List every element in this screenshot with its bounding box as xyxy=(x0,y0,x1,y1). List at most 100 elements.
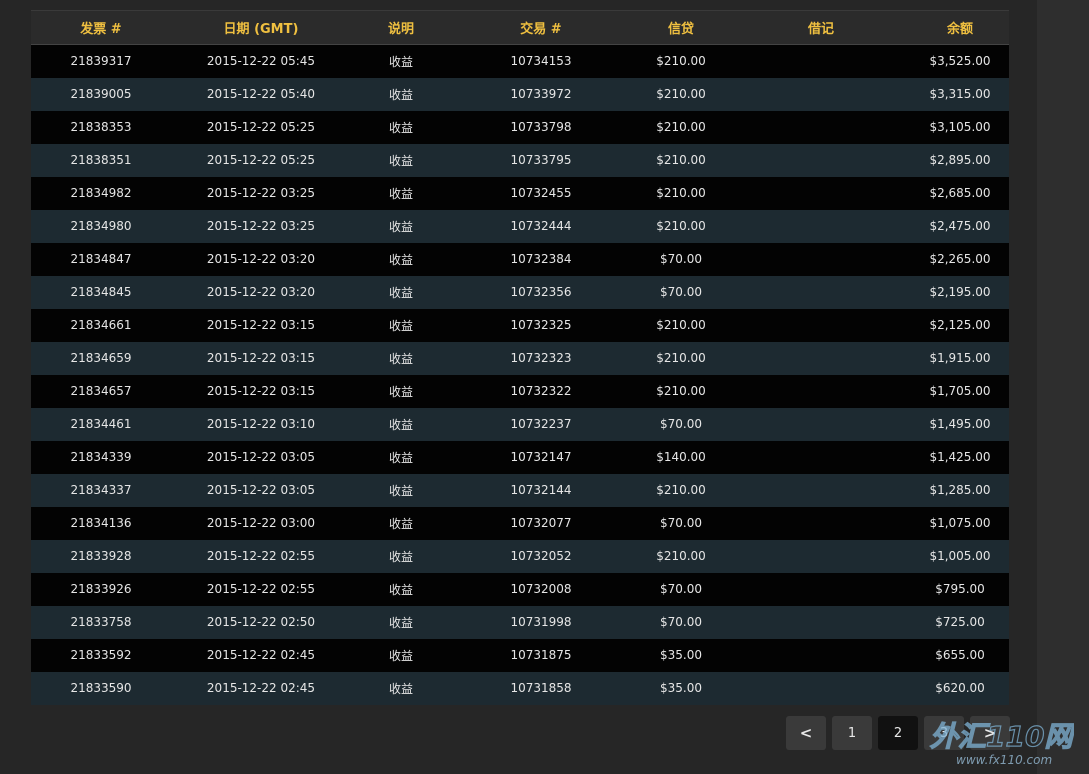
table-row: 21833926 2015-12-22 02:55 收益 10732008 $70.00… xyxy=(31,572,1009,606)
header-transaction[interactable]: 交易 # xyxy=(451,11,631,45)
transactions-table-container: 发票 # 日期 (GMT) 说明 交易 # 信贷 借记 余额 21839317 2… xyxy=(31,10,1009,705)
cell-date: 2015-12-22 03:15 xyxy=(206,351,316,365)
table-row: 21838351 2015-12-22 05:25 收益 10733795 $210.0… xyxy=(31,143,1009,177)
cell-invoice: 21834337 xyxy=(70,483,132,497)
cell-invoice: 21833592 xyxy=(70,648,132,662)
table-row: 21834337 2015-12-22 03:05 收益 10732144 $210.0… xyxy=(31,473,1009,507)
cell-debit xyxy=(731,474,911,507)
cell-transaction: 10732356 xyxy=(510,285,572,299)
cell-invoice: 21833758 xyxy=(70,615,132,629)
cell-description: 收益 xyxy=(388,417,413,432)
cell-transaction: 10731858 xyxy=(510,681,572,695)
cell-transaction: 10732237 xyxy=(510,417,572,431)
cell-transaction: 10732147 xyxy=(510,450,572,464)
cell-credit: $70.00 xyxy=(660,516,702,530)
header-date[interactable]: 日期 (GMT) xyxy=(171,11,351,45)
cell-debit xyxy=(731,606,911,639)
cell-invoice: 21838353 xyxy=(70,120,132,134)
cell-credit: $210.00 xyxy=(656,549,706,563)
table-row: 21839317 2015-12-22 05:45 收益 10734153 $210.0… xyxy=(31,44,1009,78)
cell-date: 2015-12-22 03:15 xyxy=(206,318,316,332)
cell-description: 收益 xyxy=(388,483,413,498)
cell-transaction: 10732052 xyxy=(510,549,572,563)
cell-debit xyxy=(731,672,911,705)
page-3-button[interactable]: 3 xyxy=(924,716,964,750)
cell-invoice: 21834980 xyxy=(70,219,132,233)
cell-credit: $210.00 xyxy=(656,384,706,398)
cell-credit: $210.00 xyxy=(656,87,706,101)
cell-debit xyxy=(731,408,911,441)
cell-date: 2015-12-22 05:25 xyxy=(206,120,316,134)
cell-balance: $1,705.00 xyxy=(929,384,991,398)
cell-credit: $210.00 xyxy=(656,351,706,365)
cell-credit: $70.00 xyxy=(660,615,702,629)
cell-description: 收益 xyxy=(388,516,413,531)
cell-credit: $70.00 xyxy=(660,252,702,266)
cell-balance: $725.00 xyxy=(935,615,985,629)
transactions-table: 发票 # 日期 (GMT) 说明 交易 # 信贷 借记 余额 21839317 2… xyxy=(31,10,1009,705)
cell-credit: $140.00 xyxy=(656,450,706,464)
table-row: 21834461 2015-12-22 03:10 收益 10732237 $70.00… xyxy=(31,407,1009,441)
cell-debit xyxy=(731,78,911,111)
cell-description: 收益 xyxy=(388,87,413,102)
pagination: < 1 2 3 > xyxy=(786,716,1010,750)
cell-balance: $1,495.00 xyxy=(929,417,991,431)
prev-page-button[interactable]: < xyxy=(786,716,826,750)
page-2-button[interactable]: 2 xyxy=(878,716,918,750)
cell-debit xyxy=(731,177,911,210)
cell-description: 收益 xyxy=(388,549,413,564)
cell-debit xyxy=(731,441,911,474)
header-row: 发票 # 日期 (GMT) 说明 交易 # 信贷 借记 余额 xyxy=(31,10,1009,45)
scroll-gutter xyxy=(1037,0,1089,774)
cell-description: 收益 xyxy=(388,615,413,630)
cell-balance: $795.00 xyxy=(935,582,985,596)
cell-date: 2015-12-22 03:25 xyxy=(206,186,316,200)
cell-invoice: 21834339 xyxy=(70,450,132,464)
cell-description: 收益 xyxy=(388,219,413,234)
table-body: 21839317 2015-12-22 05:45 收益 10734153 $210.0… xyxy=(31,44,1009,705)
cell-date: 2015-12-22 03:05 xyxy=(206,483,316,497)
cell-description: 收益 xyxy=(388,648,413,663)
cell-description: 收益 xyxy=(388,582,413,597)
cell-invoice: 21839005 xyxy=(70,87,132,101)
cell-date: 2015-12-22 05:25 xyxy=(206,153,316,167)
header-balance[interactable]: 余额 xyxy=(911,11,1009,45)
next-page-button[interactable]: > xyxy=(970,716,1010,750)
cell-transaction: 10733795 xyxy=(510,153,572,167)
cell-debit xyxy=(731,639,911,672)
cell-balance: $1,005.00 xyxy=(929,549,991,563)
table-row: 21833758 2015-12-22 02:50 收益 10731998 $70.00… xyxy=(31,605,1009,639)
cell-debit xyxy=(731,45,911,78)
cell-description: 收益 xyxy=(388,54,413,69)
cell-transaction: 10732322 xyxy=(510,384,572,398)
cell-balance: $3,525.00 xyxy=(929,54,991,69)
cell-description: 收益 xyxy=(388,318,413,333)
cell-date: 2015-12-22 02:55 xyxy=(206,549,316,563)
cell-balance: $2,125.00 xyxy=(929,318,991,332)
cell-date: 2015-12-22 03:10 xyxy=(206,417,316,431)
cell-debit xyxy=(731,243,911,276)
header-invoice[interactable]: 发票 # xyxy=(31,11,171,45)
cell-credit: $70.00 xyxy=(660,285,702,299)
header-credit[interactable]: 信贷 xyxy=(631,11,731,45)
cell-balance: $3,315.00 xyxy=(929,87,991,101)
header-description[interactable]: 说明 xyxy=(351,11,451,45)
cell-invoice: 21834847 xyxy=(70,252,132,266)
cell-balance: $3,105.00 xyxy=(929,120,991,134)
cell-description: 收益 xyxy=(388,681,413,696)
cell-debit xyxy=(731,507,911,540)
table-row: 21838353 2015-12-22 05:25 收益 10733798 $210.0… xyxy=(31,110,1009,144)
cell-debit xyxy=(731,342,911,375)
cell-transaction: 10732444 xyxy=(510,219,572,233)
cell-invoice: 21833590 xyxy=(70,681,132,695)
table-row: 21839005 2015-12-22 05:40 收益 10733972 $210.0… xyxy=(31,77,1009,111)
header-debit[interactable]: 借记 xyxy=(731,11,911,45)
cell-debit xyxy=(731,375,911,408)
cell-transaction: 10732008 xyxy=(510,582,572,596)
cell-invoice: 21833926 xyxy=(70,582,132,596)
page-1-button[interactable]: 1 xyxy=(832,716,872,750)
cell-credit: $210.00 xyxy=(656,153,706,167)
cell-invoice: 21834845 xyxy=(70,285,132,299)
cell-credit: $210.00 xyxy=(656,318,706,332)
cell-date: 2015-12-22 05:45 xyxy=(206,54,316,69)
